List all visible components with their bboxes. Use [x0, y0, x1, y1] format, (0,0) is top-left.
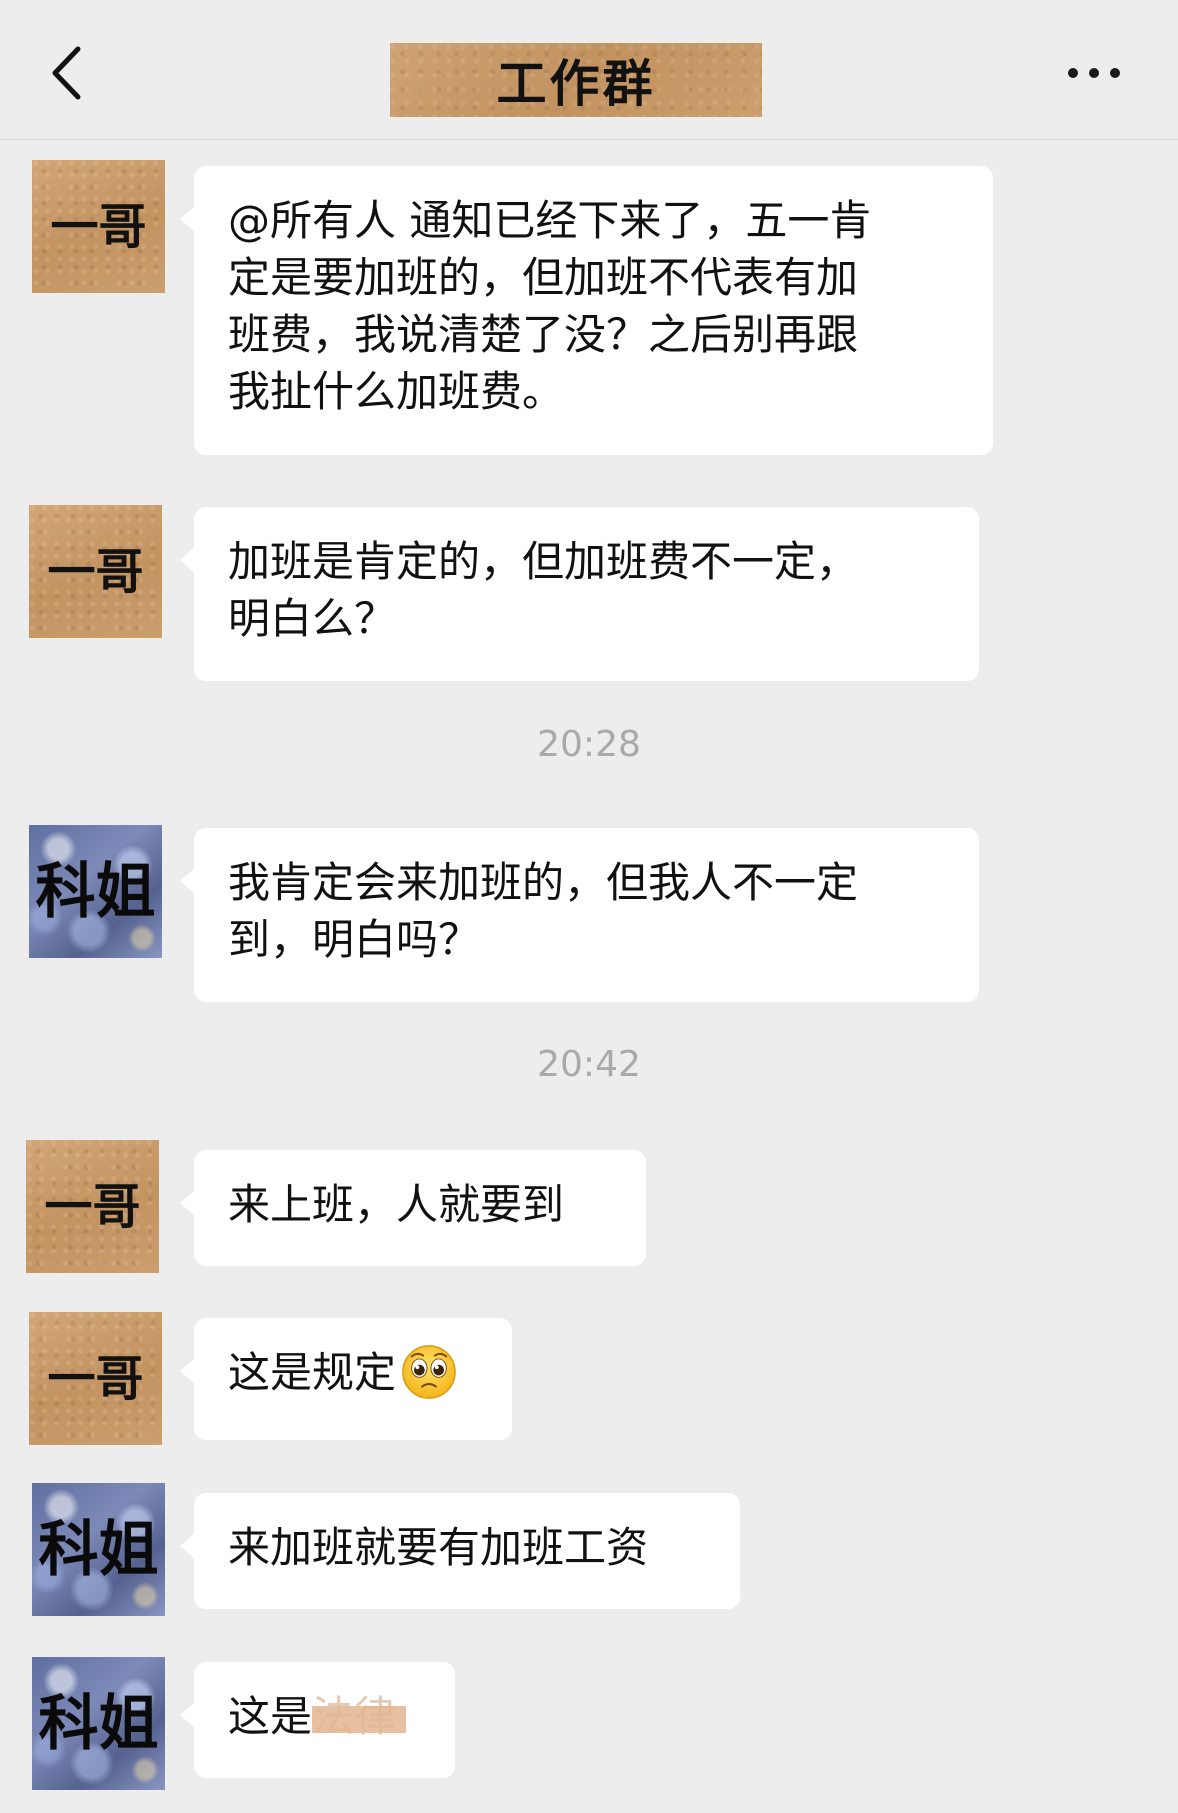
avatar-label: 一哥	[47, 1350, 144, 1407]
avatar-yige[interactable]: 一哥	[32, 160, 165, 293]
message-text: @所有人 通知已经下来了，五一肯 定是要加班的，但加班不代表有加 班费，我说清楚…	[228, 196, 872, 416]
pleading-face-emoji	[402, 1344, 456, 1399]
avatar-kejie[interactable]: 科姐	[32, 1483, 165, 1616]
redacted-text-content: 法律	[312, 1692, 397, 1741]
avatar-label: 一哥	[47, 543, 144, 600]
message-bubble[interactable]: 我肯定会来加班的，但我人不一定 到，明白吗？	[180, 828, 979, 1002]
chat-title-block: 工作群	[390, 43, 762, 117]
avatar-yige[interactable]: 一哥	[26, 1140, 159, 1273]
message-text: 来上班，人就要到	[228, 1180, 565, 1229]
message-bubble[interactable]: 来加班就要有加班工资	[180, 1493, 740, 1609]
avatar-yige[interactable]: 一哥	[29, 1312, 162, 1445]
message-text-content: 这是规定	[228, 1348, 397, 1397]
chat-title: 工作群	[496, 55, 656, 113]
avatar-label: 一哥	[44, 1178, 141, 1235]
avatar-label: 一哥	[50, 198, 147, 255]
ellipsis-icon	[1110, 68, 1120, 78]
message-bubble[interactable]: @所有人 通知已经下来了，五一肯 定是要加班的，但加班不代表有加 班费，我说清楚…	[180, 166, 993, 455]
avatar-label: 科姐	[38, 1688, 159, 1759]
avatar-kejie[interactable]: 科姐	[32, 1657, 165, 1790]
back-button[interactable]	[38, 38, 94, 108]
chevron-left-icon	[52, 46, 81, 100]
avatar-label: 科姐	[35, 856, 156, 927]
message-text: 加班是肯定的，但加班费不一定， 明白么？	[228, 537, 859, 643]
message-text: 这是规定	[228, 1344, 478, 1405]
timestamp: 20:42	[537, 1044, 641, 1085]
ellipsis-icon	[1089, 68, 1099, 78]
message-text: 来加班就要有加班工资	[228, 1523, 649, 1572]
avatar-yige[interactable]: 一哥	[29, 505, 162, 638]
message-bubble[interactable]: 来上班，人就要到	[180, 1150, 646, 1266]
message-bubble[interactable]: 加班是肯定的，但加班费不一定， 明白么？	[180, 507, 979, 681]
message-bubble[interactable]: 这是法律	[180, 1662, 455, 1778]
timestamp: 20:28	[537, 724, 641, 765]
redacted-text: 法律	[312, 1688, 407, 1745]
chat-header: 工作群	[0, 0, 1178, 140]
avatar-kejie[interactable]: 科姐	[29, 825, 162, 958]
message-text: 这是法律	[228, 1688, 421, 1745]
message-text: 我肯定会来加班的，但我人不一定 到，明白吗？	[228, 858, 859, 964]
avatar-label: 科姐	[38, 1514, 159, 1585]
ellipsis-icon	[1068, 68, 1078, 78]
more-options-button[interactable]	[1058, 50, 1130, 96]
message-text-content: 这是	[228, 1692, 313, 1741]
message-bubble[interactable]: 这是规定	[180, 1318, 512, 1440]
